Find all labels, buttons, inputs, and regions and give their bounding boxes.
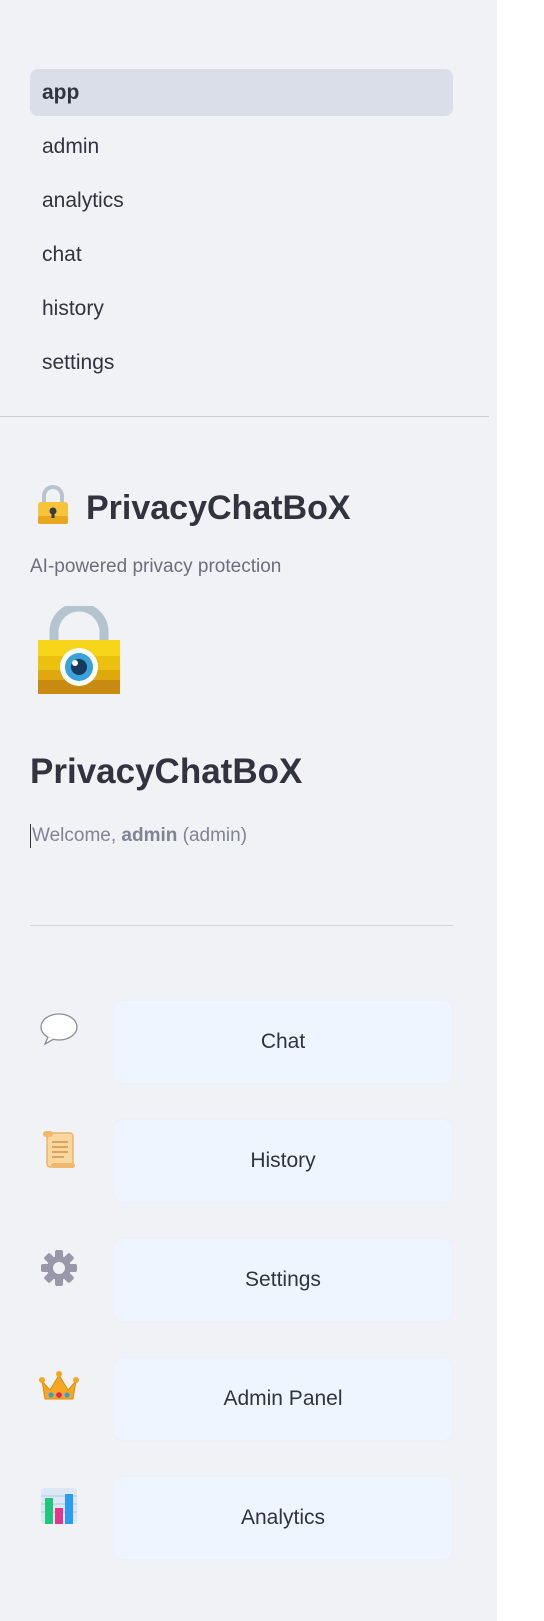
history-button[interactable]: History [113, 1119, 453, 1203]
analytics-button[interactable]: Analytics [113, 1476, 453, 1560]
history-button-label: History [250, 1149, 316, 1172]
menu-row-admin: Admin Panel [30, 1357, 453, 1441]
page-nav: app admin analytics chat history setting… [30, 69, 453, 393]
settings-button-label: Settings [245, 1268, 321, 1291]
lock-icon [36, 484, 70, 531]
crown-icon [39, 1367, 79, 1407]
username: admin [121, 825, 178, 846]
nav-item-label: analytics [42, 188, 124, 212]
section-divider [30, 925, 453, 926]
welcome-message: Welcome, admin (admin) [30, 824, 247, 848]
nav-item-app[interactable]: app [30, 69, 453, 116]
brand-title: PrivacyChatBoX [86, 488, 351, 527]
tagline: AI-powered privacy protection [30, 556, 282, 577]
nav-item-admin[interactable]: admin [30, 123, 453, 170]
analytics-button-label: Analytics [240, 1506, 326, 1529]
nav-item-history[interactable]: history [30, 285, 453, 332]
bar-chart-icon [39, 1486, 79, 1526]
scroll-icon [39, 1129, 79, 1169]
chat-button-label: Chat [260, 1030, 306, 1053]
nav-item-label: chat [42, 242, 82, 266]
gear-icon [39, 1248, 79, 1288]
settings-button[interactable]: Settings [113, 1238, 453, 1322]
menu-row-history: History [30, 1119, 453, 1203]
nav-item-label: history [42, 296, 104, 320]
menu-row-settings: Settings [30, 1238, 453, 1322]
admin-panel-button[interactable]: Admin Panel [113, 1357, 453, 1441]
nav-divider [0, 416, 489, 417]
brand-header: PrivacyChatBoX [36, 484, 351, 531]
nav-item-analytics[interactable]: analytics [30, 177, 453, 224]
page-title: PrivacyChatBoX [30, 752, 303, 791]
admin-panel-button-label: Admin Panel [223, 1387, 343, 1410]
user-role: (admin) [182, 825, 248, 846]
menu-row-analytics: Analytics [30, 1476, 453, 1560]
nav-item-settings[interactable]: settings [30, 339, 453, 386]
nav-item-label: app [42, 80, 80, 104]
welcome-prefix: Welcome, [32, 825, 122, 846]
menu-row-chat: Chat [30, 1000, 453, 1084]
speech-bubble-icon [39, 1010, 79, 1050]
nav-item-chat[interactable]: chat [30, 231, 453, 278]
lock-eye-icon [36, 602, 122, 701]
nav-item-label: admin [42, 134, 100, 158]
chat-button[interactable]: Chat [113, 1000, 453, 1084]
sidebar: app admin analytics chat history setting… [0, 0, 497, 1621]
nav-item-label: settings [42, 350, 115, 374]
